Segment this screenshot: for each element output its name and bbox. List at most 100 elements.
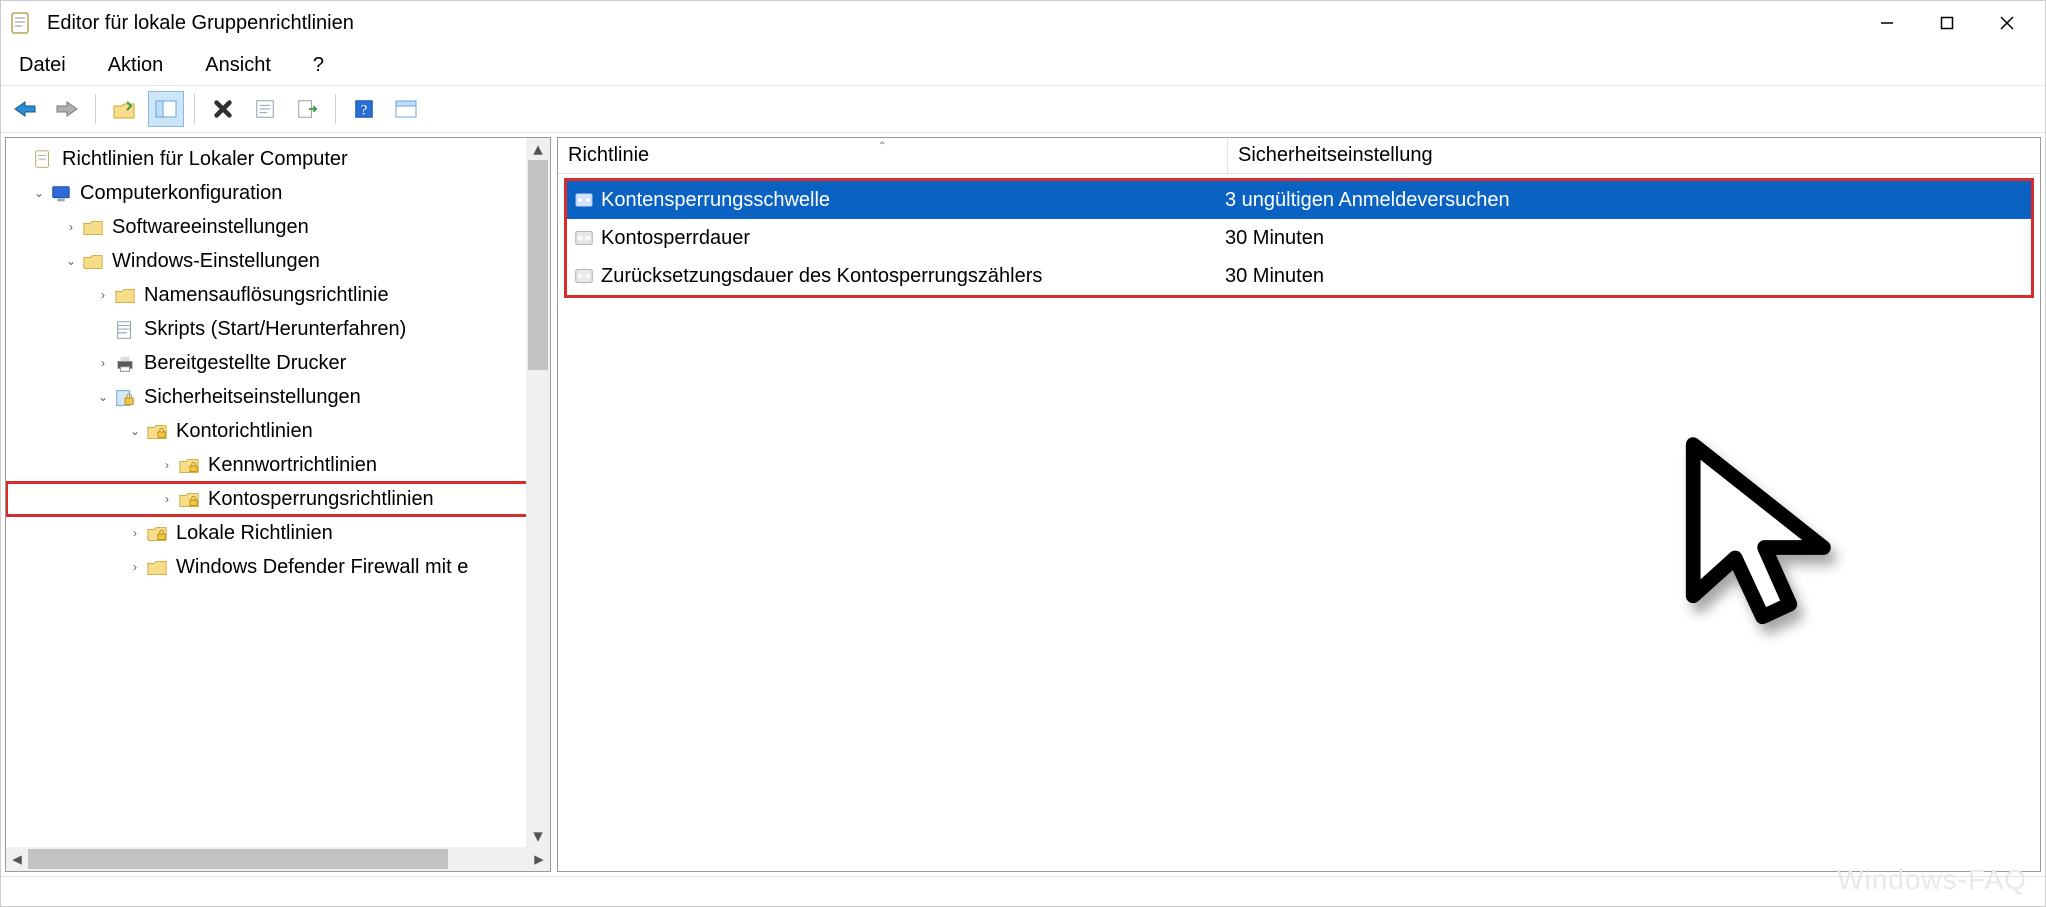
scroll-left-icon[interactable]: ◂ xyxy=(6,847,28,871)
expander-closed-icon[interactable]: › xyxy=(62,210,80,244)
column-label: Sicherheitseinstellung xyxy=(1238,144,1433,167)
properties-button[interactable] xyxy=(247,91,283,127)
policy-item-icon xyxy=(573,189,595,211)
svg-text:?: ? xyxy=(361,103,368,119)
window-controls xyxy=(1857,5,2037,41)
tree-label: Richtlinien für Lokaler Computer xyxy=(62,142,348,176)
computer-icon xyxy=(50,182,72,204)
tree-label: Skripts (Start/Herunterfahren) xyxy=(144,312,406,346)
menu-view[interactable]: Ansicht xyxy=(199,50,277,81)
tree-label: Kontosperrungsrichtlinien xyxy=(208,482,434,516)
tree-item-kontosperrungsrichtlinien[interactable]: › Kontosperrungsrichtlinien xyxy=(6,482,550,516)
expander-open-icon[interactable]: ⌄ xyxy=(62,244,80,278)
close-button[interactable] xyxy=(1977,5,2037,41)
toolbar: ? xyxy=(1,85,2045,133)
scroll-down-icon[interactable]: ▾ xyxy=(526,825,550,847)
folder-lock-icon xyxy=(146,420,168,442)
forward-button[interactable] xyxy=(49,91,85,127)
folder-icon xyxy=(82,250,104,272)
minimize-button[interactable] xyxy=(1857,5,1917,41)
menu-help[interactable]: ? xyxy=(307,50,330,81)
tree-item-lokale-richtlinien[interactable]: › Lokale Richtlinien xyxy=(6,516,550,550)
tree-label: Computerkonfiguration xyxy=(80,176,282,210)
column-label: Richtlinie xyxy=(568,144,649,167)
menu-action[interactable]: Aktion xyxy=(102,50,170,81)
horizontal-scrollbar[interactable]: ◂ ▸ xyxy=(6,847,550,871)
list-body: Kontensperrungsschwelle 3 ungültigen Anm… xyxy=(558,174,2040,871)
folder-lock-icon xyxy=(146,522,168,544)
list-header[interactable]: Richtlinie Sicherheitseinstellung ⌃ xyxy=(558,138,2040,174)
scroll-right-icon[interactable]: ▸ xyxy=(528,847,550,871)
security-icon xyxy=(114,386,136,408)
expander-closed-icon[interactable]: › xyxy=(94,346,112,380)
tree-item-kennwortrichtlinien[interactable]: › Kennwortrichtlinien xyxy=(6,448,550,482)
expander-closed-icon[interactable]: › xyxy=(94,278,112,312)
delete-button[interactable] xyxy=(205,91,241,127)
list-row[interactable]: Zurücksetzungsdauer des Kontosperrungszä… xyxy=(567,257,2031,295)
export-button[interactable] xyxy=(289,91,325,127)
toolbar-separator xyxy=(95,94,96,124)
titlebar: Editor für lokale Gruppenrichtlinien xyxy=(1,1,2045,45)
column-policy[interactable]: Richtlinie xyxy=(558,138,1228,173)
tree-item-namensaufloesung[interactable]: › Namensauflösungsrichtlinie xyxy=(6,278,550,312)
folder-icon xyxy=(82,216,104,238)
policy-setting: 30 Minuten xyxy=(1225,227,1324,249)
tree-item-drucker[interactable]: › Bereitgestellte Drucker xyxy=(6,346,550,380)
printer-icon xyxy=(114,352,136,374)
tree-item-skripts[interactable]: Skripts (Start/Herunterfahren) xyxy=(6,312,550,346)
main-area: Richtlinien für Lokaler Computer ⌄ Compu… xyxy=(1,133,2045,876)
expander-closed-icon[interactable]: › xyxy=(126,550,144,584)
tree-label: Bereitgestellte Drucker xyxy=(144,346,346,380)
show-tree-button[interactable] xyxy=(148,91,184,127)
policy-name: Kontensperrungsschwelle xyxy=(601,189,830,212)
watermark: Windows-FAQ xyxy=(1837,864,2027,896)
list-row[interactable]: Kontensperrungsschwelle 3 ungültigen Anm… xyxy=(567,181,2031,219)
policy-item-icon xyxy=(573,227,595,249)
tree-item-windows-einstellungen[interactable]: ⌄ Windows-Einstellungen xyxy=(6,244,550,278)
expander-closed-icon[interactable]: › xyxy=(126,516,144,550)
help-button[interactable]: ? xyxy=(346,91,382,127)
column-setting[interactable]: Sicherheitseinstellung xyxy=(1228,138,2040,173)
status-bar xyxy=(1,876,2045,906)
tree[interactable]: Richtlinien für Lokaler Computer ⌄ Compu… xyxy=(6,138,550,588)
script-icon xyxy=(114,318,136,340)
expander-open-icon[interactable]: ⌄ xyxy=(126,414,144,448)
toolbar-separator xyxy=(335,94,336,124)
tree-label: Softwareeinstellungen xyxy=(112,210,309,244)
tree-pane: Richtlinien für Lokaler Computer ⌄ Compu… xyxy=(5,137,551,872)
tree-label: Kontorichtlinien xyxy=(176,414,313,448)
policy-icon xyxy=(32,148,54,170)
expander-closed-icon[interactable]: › xyxy=(158,482,176,516)
scroll-thumb[interactable] xyxy=(28,849,448,869)
tree-item-softwareeinstellungen[interactable]: › Softwareeinstellungen xyxy=(6,210,550,244)
scroll-up-icon[interactable]: ▴ xyxy=(526,138,550,160)
tree-item-computerkonfiguration[interactable]: ⌄ Computerkonfiguration xyxy=(6,176,550,210)
folder-icon xyxy=(114,284,136,306)
expander-closed-icon[interactable]: › xyxy=(158,448,176,482)
cursor-annotation-icon xyxy=(1668,432,1878,642)
folder-lock-icon xyxy=(178,488,200,510)
folder-lock-icon xyxy=(178,454,200,476)
list-row[interactable]: Kontosperrdauer 30 Minuten xyxy=(567,219,2031,257)
app-icon xyxy=(9,11,33,35)
tree-root[interactable]: Richtlinien für Lokaler Computer xyxy=(6,142,550,176)
menu-file[interactable]: Datei xyxy=(13,50,72,81)
policy-name: Kontosperrdauer xyxy=(601,227,750,250)
maximize-button[interactable] xyxy=(1917,5,1977,41)
back-button[interactable] xyxy=(7,91,43,127)
tree-label: Windows-Einstellungen xyxy=(112,244,320,278)
filter-button[interactable] xyxy=(388,91,424,127)
policy-name: Zurücksetzungsdauer des Kontosperrungszä… xyxy=(601,265,1042,288)
scroll-thumb[interactable] xyxy=(528,160,548,370)
tree-label: Windows Defender Firewall mit e xyxy=(176,550,468,584)
window: Editor für lokale Gruppenrichtlinien Dat… xyxy=(0,0,2046,907)
vertical-scrollbar[interactable]: ▴ ▾ xyxy=(526,138,550,847)
expander-open-icon[interactable]: ⌄ xyxy=(30,176,48,210)
policy-item-icon xyxy=(573,265,595,287)
tree-item-firewall[interactable]: › Windows Defender Firewall mit e xyxy=(6,550,550,584)
up-button[interactable] xyxy=(106,91,142,127)
tree-item-kontorichtlinien[interactable]: ⌄ Kontorichtlinien xyxy=(6,414,550,448)
expander-open-icon[interactable]: ⌄ xyxy=(94,380,112,414)
tree-item-sicherheitseinstellungen[interactable]: ⌄ Sicherheitseinstellungen xyxy=(6,380,550,414)
folder-icon xyxy=(146,556,168,578)
